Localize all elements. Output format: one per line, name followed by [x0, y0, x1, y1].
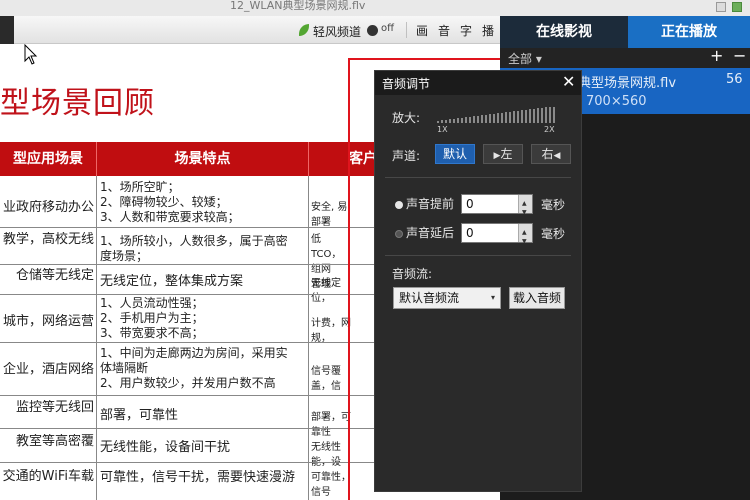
toggle-label: off: [381, 23, 395, 34]
toolbar-edge: [0, 16, 14, 44]
dialog-title: 音频调节: [382, 77, 431, 91]
close-icon[interactable]: ✕: [562, 72, 575, 91]
table-cell-customer: 信号覆盖，信: [311, 366, 341, 392]
audio-button[interactable]: 音: [438, 22, 450, 39]
zoom-label: 放大:: [392, 111, 421, 125]
table-cell-scene: 城市，网络运营: [2, 314, 94, 329]
table-cell-features: 1、场所较小，人数很多，属于高密 度场景；: [100, 234, 288, 263]
table-cell-features: 1、人员流动性强； 2、手机用户为主； 3、带宽要求不高；: [100, 296, 204, 340]
playback-button[interactable]: 播: [482, 22, 494, 39]
zoom-max-label: 2X: [544, 125, 555, 134]
highlight-frame-left: [348, 58, 350, 500]
table-cell-features: 无线性能，设备间干扰: [100, 440, 231, 455]
table-cell-customer: 安全, 易部署: [311, 202, 348, 228]
tab-online-video[interactable]: 在线影视: [500, 16, 628, 48]
delay-unit: 毫秒: [541, 227, 566, 241]
table-cell-scene: 教室等高密覆: [15, 434, 94, 449]
delay-radio[interactable]: [395, 230, 403, 238]
channel-left-button[interactable]: ▶左: [483, 144, 523, 164]
remove-icon[interactable]: −: [733, 46, 746, 65]
channel-right-button[interactable]: 右◀: [531, 144, 571, 164]
advance-label: 声音提前: [406, 197, 455, 211]
table-cell-scene: 业政府移动办公: [2, 200, 94, 215]
qingfeng-channel-label[interactable]: 轻风频道: [313, 23, 361, 40]
table-cell-scene: 监控等无线回: [15, 400, 94, 415]
volume-zoom-slider[interactable]: [437, 107, 557, 123]
subtitle-button[interactable]: 字: [460, 22, 472, 39]
player-toolbar: 轻风频道 off 画 音 字 播: [0, 16, 500, 44]
table-cell-scene: 交通的WiFi车载: [2, 469, 94, 484]
toggle-knob-icon: [367, 25, 378, 36]
qingfeng-toggle[interactable]: off: [367, 23, 397, 37]
picture-button[interactable]: 画: [416, 22, 428, 39]
table-header-scene: 型应用场景: [0, 142, 96, 176]
tab-now-playing[interactable]: 正在播放: [628, 16, 750, 48]
table-cell-scene: 企业，酒店网络: [2, 362, 94, 377]
filter-dropdown[interactable]: 全部 ▾: [508, 50, 542, 67]
table-cell-features: 1、场所空旷； 2、障碍物较少、较矮； 3、人数和带宽要求较高；: [100, 180, 240, 224]
toolbar-divider: [406, 22, 407, 38]
table-cell-features: 部署，可靠性: [100, 408, 179, 423]
table-cell-features: 可靠性，信号干扰，需要快速漫游: [100, 470, 296, 485]
advance-stepper[interactable]: 0 ▲ ▼: [461, 194, 533, 216]
playlist-item-resolution: 700×560: [586, 94, 647, 109]
section-divider: [385, 177, 571, 178]
load-audio-button[interactable]: 载入音频: [509, 287, 565, 309]
channel-default-button[interactable]: 默认: [435, 144, 475, 164]
channel-label: 声道:: [392, 149, 421, 163]
mouse-cursor-icon: [24, 44, 38, 65]
table-cell-customer: 无线定位，: [311, 278, 341, 304]
audio-stream-select[interactable]: 默认音频流 ▾: [393, 287, 501, 309]
stepper-arrows-icon[interactable]: ▲ ▼: [518, 224, 532, 245]
leaf-icon: [299, 24, 309, 36]
table-cell-features: 1、中间为走廊两边为房间，采用实 体墙隔断 2、用户数较少，并发用户数不高: [100, 346, 288, 390]
advance-unit: 毫秒: [541, 198, 566, 212]
table-cell-customer: 无线性能，设: [311, 442, 341, 468]
table-cell-scene: 仓储等无线定: [15, 268, 94, 283]
playlist-filter-bar: 全部 ▾ + −: [500, 46, 750, 68]
dialog-title-bar[interactable]: 音频调节 ✕: [375, 71, 581, 95]
playlist-item-duration: 56: [726, 72, 743, 87]
audio-stream-label: 音频流:: [392, 267, 433, 281]
advance-radio[interactable]: [395, 201, 403, 209]
playlist-item-name: 典型场景网规.flv: [578, 76, 677, 91]
chevron-down-icon: ▾: [490, 293, 495, 302]
column-divider: [308, 176, 309, 500]
table-cell-scene: 教学，高校无线: [2, 232, 94, 247]
section-divider: [385, 255, 571, 256]
screen: 12_WLAN典型场景网规.flv 轻风频道 off 画 音 字 播 型场景回顾…: [0, 0, 750, 500]
delay-stepper[interactable]: 0 ▲ ▼: [461, 223, 533, 245]
window-title: 12_WLAN典型场景网规.flv: [230, 0, 366, 12]
table-cell-features: 无线定位，整体集成方案: [100, 274, 244, 289]
zoom-min-label: 1X: [437, 125, 448, 134]
window-title-bar: 12_WLAN典型场景网规.flv: [0, 0, 750, 16]
play-left-icon: ◀: [553, 151, 561, 161]
delay-label: 声音延后: [406, 226, 455, 240]
add-icon[interactable]: +: [710, 46, 723, 65]
table-cell-customer: 部署，可靠性: [311, 412, 351, 438]
minimize-icon[interactable]: [716, 2, 726, 12]
stepper-arrows-icon[interactable]: ▲ ▼: [518, 195, 532, 216]
audio-settings-dialog: 音频调节 ✕ 放大: 1X 2X 声道: 默认 ▶左 右◀ 声音提前 0 ▲ ▼…: [374, 70, 582, 492]
slide-heading: 型场景回顾: [0, 86, 155, 121]
maximize-icon[interactable]: [732, 2, 742, 12]
table-header-features: 场景特点: [96, 142, 308, 176]
column-divider: [96, 176, 97, 500]
table-cell-customer: 可靠性，信号: [311, 472, 351, 498]
chevron-down-icon: ▾: [535, 52, 542, 66]
